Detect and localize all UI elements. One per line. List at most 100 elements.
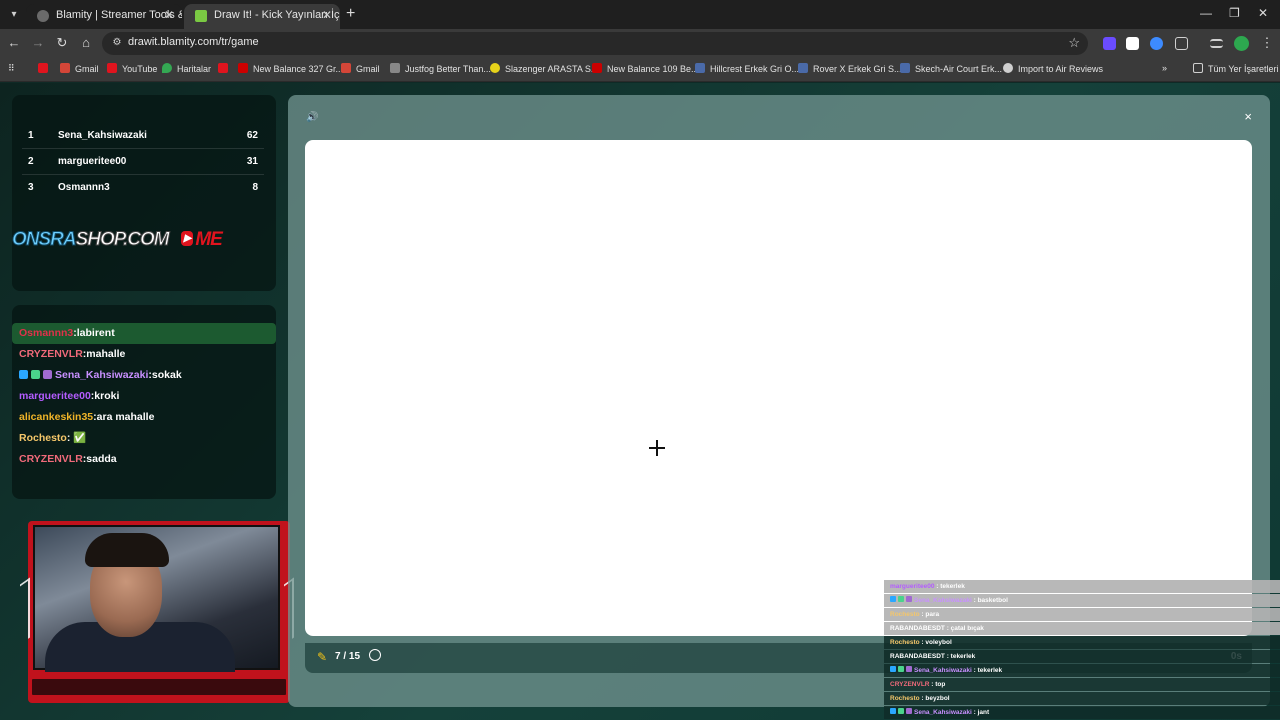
tab-blamity[interactable]: Blamity | Streamer Tools & Partn ✕: [26, 4, 182, 29]
overlay-text: : beyzbol: [919, 695, 950, 702]
restore-icon[interactable]: ❐: [1229, 6, 1240, 20]
bookmark-youtube[interactable]: YouTube: [107, 63, 157, 74]
bookmark-label: Hillcrest Erkek Gri O...: [710, 64, 800, 74]
tab-drawit[interactable]: Draw It! - Kick Yayınları İçin Çiz ✕: [184, 4, 340, 29]
bookmark-gmail-2[interactable]: Gmail: [341, 63, 380, 74]
leaderboard-row: 3 Osmannn3 8: [22, 175, 264, 201]
banner-text: SHOP.COM: [75, 229, 170, 251]
close-tab-icon[interactable]: ✕: [164, 4, 174, 27]
blamity-favicon-icon: [37, 10, 49, 22]
chat-message: Rochesto: ✅: [12, 428, 276, 449]
tab-strip: ▾ Blamity | Streamer Tools & Partn ✕ Dra…: [0, 0, 1280, 29]
bookmark-star-icon[interactable]: ☆: [1068, 35, 1080, 51]
chat-username: CRYZENVLR: [19, 453, 83, 465]
profile-avatar-icon[interactable]: [1234, 36, 1249, 51]
bookmark-air-reviews[interactable]: Import to Air Reviews: [1003, 63, 1103, 74]
overlay-username: margueritee00: [890, 583, 935, 590]
overlay-chat-message: margueritee00 : tekerlek: [884, 580, 1280, 593]
chat-message: Sena_Kahsiwazaki:sokak: [12, 365, 276, 386]
apps-grid-icon[interactable]: ⠿: [8, 63, 15, 74]
banner-me-text: ME: [195, 229, 222, 250]
overlay-text: : tekerlek: [944, 653, 976, 660]
url-text[interactable]: drawit.blamity.com/tr/game: [128, 36, 259, 48]
menu-kebab-icon[interactable]: ⋮: [1258, 35, 1276, 51]
overlay-text: : çatal bıçak: [944, 625, 984, 632]
bookmark-youtube-icon[interactable]: [38, 63, 53, 74]
extension-icon[interactable]: [1150, 37, 1163, 50]
overlay-username: Sena_Kahsiwazaki: [914, 667, 972, 674]
site-info-icon[interactable]: ⚙: [110, 36, 124, 50]
chat-username: Osmannn3: [19, 327, 74, 339]
extension-icon[interactable]: [1126, 37, 1139, 50]
rank: 2: [28, 156, 34, 167]
reload-icon[interactable]: ↻: [53, 35, 71, 51]
close-modal-button[interactable]: ×: [1244, 109, 1252, 124]
bookmark-rover-x[interactable]: Rover X Erkek Gri S...: [798, 63, 902, 74]
overlay-text: : top: [929, 681, 946, 688]
bookmark-label: Import to Air Reviews: [1018, 64, 1104, 74]
bookmark-label: Gmail: [75, 64, 99, 74]
overlay-text: : tekerlek: [971, 667, 1003, 674]
home-icon[interactable]: ⌂: [77, 35, 95, 50]
overlay-username: Sena_Kahsiwazaki: [914, 597, 972, 604]
banner-text: ONSRA: [12, 229, 78, 251]
overlay-username: Rochesto: [890, 695, 920, 702]
chat-message: Osmannn3:labirent: [12, 323, 276, 344]
player-score: 62: [246, 130, 258, 141]
overlay-username: RABANDABESDT: [890, 625, 945, 632]
webcam-name-bar: [30, 677, 288, 697]
badge-icon: [890, 666, 896, 672]
badge-icon: [890, 596, 896, 602]
chat-text: :sadda: [82, 453, 117, 465]
chat-message: CRYZENVLR:mahalle: [12, 344, 276, 365]
window-close-icon[interactable]: ✕: [1258, 6, 1268, 20]
chat-username: alicankeskin35: [19, 411, 94, 423]
chat-username: CRYZENVLR: [19, 348, 83, 360]
bookmark-newbalance-327[interactable]: New Balance 327 Gr...: [238, 63, 343, 74]
close-tab-icon[interactable]: ✕: [322, 4, 332, 27]
player-score: 8: [252, 182, 258, 193]
bookmark-gmail[interactable]: Gmail: [60, 63, 99, 74]
tab-search-icon[interactable]: ▾: [5, 6, 23, 24]
bookmark-label: Rover X Erkek Gri S...: [813, 64, 902, 74]
timer-icon: [369, 649, 381, 661]
extensions-puzzle-icon[interactable]: [1175, 37, 1188, 50]
bookmark-hillcrest[interactable]: Hillcrest Erkek Gri O...: [695, 63, 799, 74]
overlay-username: Rochesto: [890, 611, 920, 618]
forward-icon[interactable]: →: [29, 35, 47, 50]
bookmark-label: Skech-Air Court Erk...: [915, 64, 1003, 74]
sound-toggle-icon[interactable]: 🔊: [306, 112, 318, 123]
bookmark-label: Tüm Yer İşaretleri: [1208, 64, 1279, 74]
browser-toolbar: ← → ↻ ⌂ ⚙ drawit.blamity.com/tr/game ☆ ⋮: [0, 29, 1280, 58]
back-icon[interactable]: ←: [5, 35, 23, 50]
overlay-text: : tekerlek: [934, 583, 965, 590]
drawing-canvas[interactable]: [305, 140, 1252, 636]
reading-list-icon[interactable]: [1210, 39, 1223, 48]
minimize-icon[interactable]: —: [1200, 6, 1212, 20]
overlay-chat-message: Rochesto : para: [884, 608, 1280, 621]
bookmarks-bar: ⠿ Gmail YouTube Haritalar New Balance 32…: [0, 58, 1280, 82]
overlay-chat-message: Sena_Kahsiwazaki : basketbol: [884, 594, 1280, 607]
chat-username: Rochesto: [19, 432, 67, 444]
overlay-text: : para: [919, 611, 940, 618]
new-tab-button[interactable]: +: [346, 5, 355, 23]
chat-text: :mahalle: [82, 348, 126, 360]
chat-message: alicankeskin35:ara mahalle: [12, 407, 276, 428]
chat-text: : ✅: [66, 432, 87, 444]
bookmark-youtube-icon[interactable]: [218, 63, 233, 74]
chat-message: margueritee00:kroki: [12, 386, 276, 407]
round-counter: 7 / 15: [335, 651, 361, 662]
overlay-username: Sena_Kahsiwazaki: [914, 709, 972, 716]
bookmark-justfog[interactable]: Justfog Better Than...: [390, 63, 491, 74]
bookmark-newbalance-109[interactable]: New Balance 109 Be...: [592, 63, 699, 74]
extension-icon[interactable]: [1103, 37, 1116, 50]
rank: 1: [28, 130, 34, 141]
more-bookmarks-icon[interactable]: »: [1162, 63, 1167, 73]
overlay-username: Rochesto: [890, 639, 920, 646]
bookmark-maps[interactable]: Haritalar: [162, 63, 211, 74]
all-bookmarks-folder[interactable]: Tüm Yer İşaretleri: [1193, 63, 1279, 74]
bookmark-skech-air[interactable]: Skech-Air Court Erk...: [900, 63, 1002, 74]
chat-text: :sokak: [148, 369, 182, 381]
bookmark-slazenger[interactable]: Slazenger ARASTA S...: [490, 63, 598, 74]
address-bar[interactable]: ⚙ drawit.blamity.com/tr/game ☆: [102, 32, 1088, 55]
